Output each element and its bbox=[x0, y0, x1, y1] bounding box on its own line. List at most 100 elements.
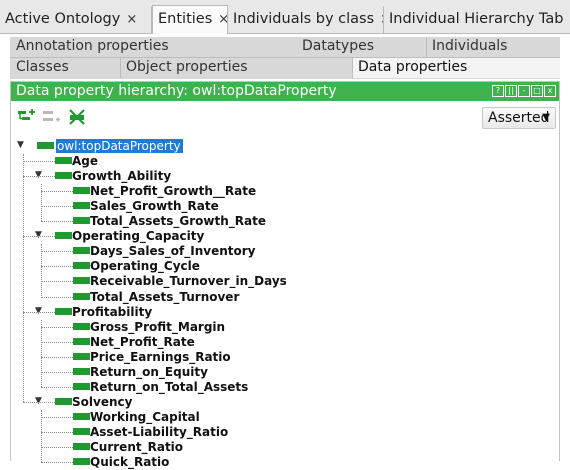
subtab-datatypes[interactable]: Datatypes bbox=[296, 37, 426, 57]
expand-toggle-icon[interactable]: ▼ bbox=[35, 230, 42, 240]
view-mode-select[interactable]: Asserted ▼ bbox=[482, 107, 556, 129]
data-property-icon bbox=[73, 217, 90, 225]
tree-connector bbox=[41, 296, 73, 298]
tree-node[interactable]: ▼ Growth_Ability bbox=[11, 169, 551, 184]
tab-active-ontology[interactable]: Active Ontology × bbox=[0, 6, 152, 34]
tree-connector bbox=[41, 319, 42, 387]
split-icon[interactable]: || bbox=[505, 85, 517, 97]
tab-label: Active Ontology bbox=[5, 11, 121, 27]
tree-node-label: owl:topDataProperty bbox=[56, 139, 183, 153]
tree-connector bbox=[23, 161, 55, 163]
tree-node[interactable]: Return_on_Equity bbox=[11, 365, 551, 380]
tree-node[interactable]: Asset-Liability_Ratio bbox=[11, 425, 551, 440]
data-property-icon bbox=[73, 292, 90, 300]
tree-node[interactable]: Operating_Cycle bbox=[11, 259, 551, 274]
tab-entities[interactable]: Entities × bbox=[152, 5, 228, 34]
expand-toggle-icon[interactable]: ▼ bbox=[35, 396, 42, 406]
tree-node[interactable]: ▼ Profitability bbox=[11, 305, 551, 320]
close-icon[interactable]: × bbox=[218, 12, 227, 27]
tree-node[interactable]: Return_on_Total_Assets bbox=[11, 380, 551, 395]
data-property-icon bbox=[73, 337, 90, 345]
data-property-hierarchy-panel: Data property hierarchy: owl:topDataProp… bbox=[10, 81, 560, 469]
tree-connector bbox=[41, 462, 73, 464]
maximize-icon[interactable]: □ bbox=[531, 85, 543, 97]
tree-node-label: Current_Ratio bbox=[90, 440, 184, 454]
data-property-icon bbox=[73, 443, 90, 450]
tree-node[interactable]: Age bbox=[11, 154, 551, 169]
data-property-icon bbox=[55, 397, 72, 405]
data-property-icon bbox=[55, 307, 72, 315]
data-property-icon bbox=[73, 367, 90, 375]
tree-node[interactable]: Sales_Growth_Rate bbox=[11, 199, 551, 214]
tree-connector bbox=[41, 356, 73, 358]
tree-node[interactable]: Receivable_Turnover_in_Days bbox=[11, 274, 551, 289]
tree-node-label: Receivable_Turnover_in_Days bbox=[90, 274, 287, 289]
divider bbox=[426, 37, 427, 57]
data-property-icon bbox=[73, 352, 90, 360]
subtab-classes[interactable]: Classes bbox=[10, 58, 120, 78]
tree-node[interactable]: Net_Profit_Rate bbox=[11, 335, 551, 350]
data-property-icon bbox=[73, 262, 90, 270]
tree-connector bbox=[41, 206, 73, 208]
tree-node[interactable]: ▼ owl:topDataProperty bbox=[11, 139, 551, 154]
expand-toggle-icon[interactable]: ▼ bbox=[17, 140, 24, 150]
chevron-down-icon: ▼ bbox=[542, 112, 550, 123]
tree-node[interactable]: Total_Assets_Growth_Rate bbox=[11, 214, 551, 229]
help-icon[interactable]: ? bbox=[492, 85, 504, 97]
tree-node-label: Gross_Profit_Margin bbox=[90, 319, 226, 334]
expand-toggle-icon[interactable]: ▼ bbox=[35, 306, 42, 316]
tab-individuals-by-class[interactable]: Individuals by class× bbox=[228, 6, 384, 34]
tree-node[interactable]: ▼ Solvency bbox=[11, 395, 551, 410]
tree-node[interactable]: Days_Sales_of_Inventory bbox=[11, 244, 551, 259]
data-property-icon bbox=[37, 142, 54, 149]
minimize-icon[interactable]: - bbox=[518, 85, 530, 97]
expand-toggle-icon[interactable]: ▼ bbox=[35, 170, 42, 180]
tree-node[interactable]: Gross_Profit_Margin bbox=[11, 320, 551, 335]
subtab-object-properties[interactable]: Object properties bbox=[120, 58, 352, 78]
tree-connector bbox=[41, 416, 73, 418]
data-property-icon bbox=[73, 277, 90, 285]
tree-connector bbox=[41, 281, 73, 283]
tree-connector bbox=[23, 401, 55, 403]
add-sub-property-icon[interactable] bbox=[17, 108, 37, 126]
tree-connector bbox=[41, 431, 73, 433]
tree-node-label: Price_Earnings_Ratio bbox=[90, 349, 231, 364]
close-icon[interactable]: x bbox=[544, 85, 556, 97]
entity-subtabs: Annotation properties Datatypes Individu… bbox=[10, 37, 560, 79]
subtab-data-properties[interactable]: Data properties bbox=[352, 58, 560, 78]
tab-individual-hierarchy[interactable]: Individual Hierarchy Tab× bbox=[384, 6, 570, 34]
tree-node[interactable]: Quick_Ratio bbox=[11, 455, 551, 470]
data-property-icon bbox=[73, 202, 90, 210]
data-property-icon bbox=[55, 172, 72, 180]
tree-node-label: Return_on_Equity bbox=[90, 364, 208, 379]
tree-node-label: Sales_Growth_Rate bbox=[90, 199, 219, 214]
data-property-icon bbox=[73, 412, 90, 420]
data-property-icon bbox=[55, 232, 72, 240]
tree-node[interactable]: Price_Earnings_Ratio bbox=[11, 350, 551, 365]
subtab-annotation-properties[interactable]: Annotation properties bbox=[10, 37, 296, 57]
tree-node[interactable]: Total_Assets_Turnover bbox=[11, 290, 551, 305]
data-property-icon bbox=[73, 322, 90, 330]
subtab-individuals[interactable]: Individuals bbox=[426, 37, 560, 57]
close-icon[interactable]: × bbox=[126, 12, 137, 27]
delete-property-icon[interactable] bbox=[67, 108, 87, 126]
tree-node[interactable]: Current_Ratio bbox=[11, 440, 551, 455]
tree-node[interactable]: ▼ Operating_Capacity bbox=[11, 229, 551, 244]
tree-connector bbox=[41, 221, 73, 223]
tree-node-label: Net_Profit_Growth__Rate bbox=[90, 184, 257, 199]
tree-node-label: Working_Capital bbox=[90, 409, 200, 424]
property-tree: ▼ owl:topDataProperty Age ▼ Growth_Ability Ne… bbox=[11, 137, 559, 470]
tree-node-label: Growth_Ability bbox=[72, 169, 172, 184]
view-mode-value: Asserted bbox=[488, 110, 550, 126]
data-property-icon bbox=[73, 247, 90, 255]
data-property-icon bbox=[73, 458, 90, 466]
add-sibling-property-icon[interactable] bbox=[41, 108, 61, 126]
tab-label: Individuals by class bbox=[233, 11, 375, 27]
tab-label: Individual Hierarchy Tab bbox=[389, 11, 564, 27]
data-property-icon bbox=[73, 427, 90, 435]
panel-header: Data property hierarchy: owl:topDataProp… bbox=[11, 82, 559, 101]
tree-node[interactable]: Working_Capital bbox=[11, 410, 551, 425]
tree-connector bbox=[41, 447, 73, 448]
tree-node[interactable]: Net_Profit_Growth__Rate bbox=[11, 184, 551, 199]
tree-connector bbox=[41, 266, 73, 268]
